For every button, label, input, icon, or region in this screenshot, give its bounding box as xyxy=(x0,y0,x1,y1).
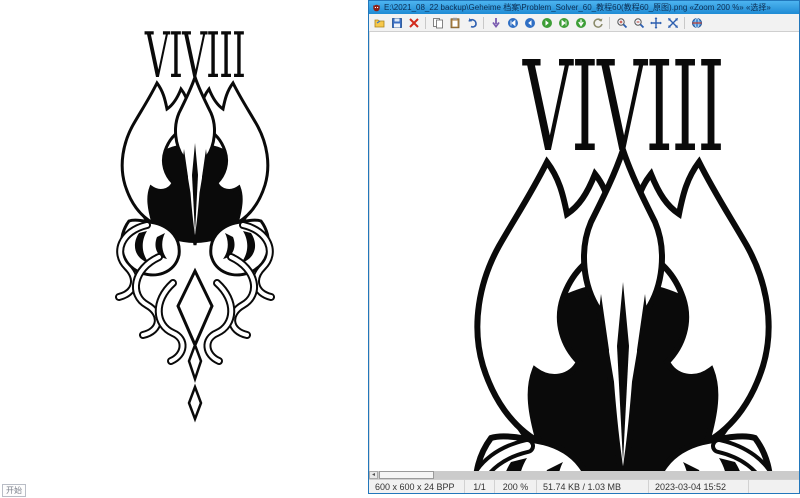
emblem-image-original: VIVIII xyxy=(95,25,295,425)
refresh-icon[interactable] xyxy=(590,15,605,30)
scroll-left-arrow[interactable]: ◂ xyxy=(369,471,378,479)
start-tooltip[interactable]: 开始 xyxy=(2,484,26,497)
copy-icon[interactable] xyxy=(430,15,445,30)
zoom-out-icon[interactable] xyxy=(631,15,646,30)
window-title: E:\2021_08_22 backup\Geheime 档案\Problem_… xyxy=(384,2,771,13)
pan-icon[interactable] xyxy=(648,15,663,30)
nav-play-icon[interactable] xyxy=(573,15,588,30)
about-globe-icon[interactable] xyxy=(689,15,704,30)
save-icon[interactable] xyxy=(389,15,404,30)
emblem-image-zoomed: VIVIII xyxy=(423,46,799,471)
status-filesize: 51.74 KB / 1.03 MB xyxy=(537,480,649,493)
roman-numerals: VIVIII xyxy=(144,25,245,92)
nav-first-icon[interactable] xyxy=(505,15,520,30)
app-icon xyxy=(372,3,381,12)
paste-icon[interactable] xyxy=(447,15,462,30)
download-arrow-icon[interactable] xyxy=(488,15,503,30)
delete-icon[interactable] xyxy=(406,15,421,30)
title-bar[interactable]: E:\2021_08_22 backup\Geheime 档案\Problem_… xyxy=(369,1,799,14)
status-datetime: 2023-03-04 15:52 xyxy=(649,480,749,493)
horizontal-scrollbar[interactable]: ◂ xyxy=(369,471,799,479)
nav-prev-icon[interactable] xyxy=(522,15,537,30)
screen: VIVIII 开始 E:\2021_08_22 backup\Geheime 档… xyxy=(0,0,800,498)
status-spacer xyxy=(749,480,799,493)
status-bar: 600 x 600 x 24 BPP 1/1 200 % 51.74 KB / … xyxy=(369,479,799,493)
image-canvas[interactable]: VIVIII xyxy=(369,32,799,471)
scrollbar-thumb[interactable] xyxy=(379,471,434,479)
undo-icon[interactable] xyxy=(464,15,479,30)
status-zoom: 200 % xyxy=(495,480,537,493)
roman-numerals: VIVIII xyxy=(522,46,723,180)
status-dimensions: 600 x 600 x 24 BPP xyxy=(369,480,465,493)
toolbar-separator xyxy=(483,17,484,29)
status-page: 1/1 xyxy=(465,480,495,493)
toolbar-separator xyxy=(425,17,426,29)
toolbar xyxy=(369,14,799,32)
image-viewer-window: E:\2021_08_22 backup\Geheime 档案\Problem_… xyxy=(368,0,800,494)
nav-next-icon[interactable] xyxy=(539,15,554,30)
zoom-in-icon[interactable] xyxy=(614,15,629,30)
desktop-preview-pane: VIVIII 开始 xyxy=(0,0,368,498)
toolbar-separator xyxy=(684,17,685,29)
nav-last-icon[interactable] xyxy=(556,15,571,30)
toolbar-separator xyxy=(609,17,610,29)
fit-window-icon[interactable] xyxy=(665,15,680,30)
open-folder-icon[interactable] xyxy=(372,15,387,30)
